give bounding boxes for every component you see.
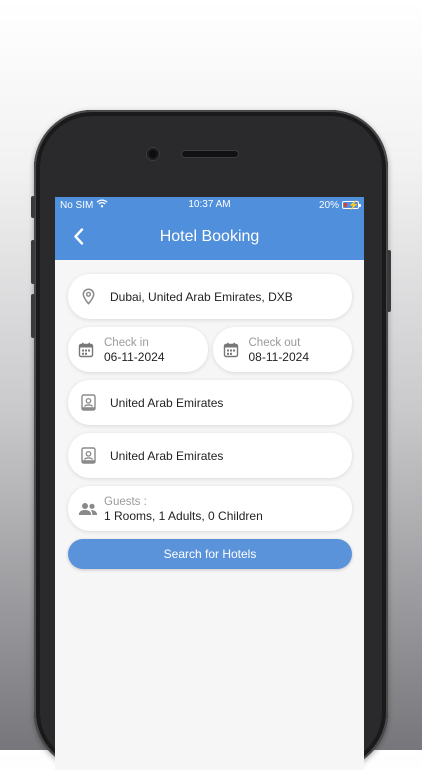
mute-switch bbox=[31, 196, 35, 218]
page-title: Hotel Booking bbox=[159, 227, 260, 245]
earpiece-speaker bbox=[182, 151, 238, 157]
check-in-label: Check in bbox=[104, 336, 149, 349]
app-header: No SIM 10:37 AM 20% ⚡ Hotel Booking bbox=[55, 197, 364, 260]
power-button bbox=[387, 250, 391, 312]
volume-up-button bbox=[31, 240, 35, 284]
nav-bar: Hotel Booking bbox=[55, 213, 364, 260]
people-icon bbox=[78, 500, 98, 518]
app-screen: No SIM 10:37 AM 20% ⚡ Hotel Booking Duba… bbox=[55, 197, 364, 770]
status-bar: No SIM 10:37 AM 20% ⚡ bbox=[55, 197, 364, 213]
back-button[interactable] bbox=[67, 225, 89, 247]
residence-field[interactable]: United Arab Emirates bbox=[68, 433, 352, 478]
charging-bolt-icon: ⚡ bbox=[348, 200, 360, 210]
guests-value: 1 Rooms, 1 Adults, 0 Children bbox=[104, 508, 263, 523]
battery-level bbox=[344, 203, 347, 207]
residence-value: United Arab Emirates bbox=[110, 448, 224, 463]
chevron-left-icon bbox=[73, 227, 83, 245]
phone-frame: No SIM 10:37 AM 20% ⚡ Hotel Booking Duba… bbox=[31, 110, 391, 770]
id-badge-icon bbox=[80, 394, 96, 412]
calendar-icon bbox=[78, 341, 94, 359]
date-row: Check in 06-11-2024 Check out 08-11-2024 bbox=[68, 327, 352, 380]
search-hotels-button[interactable]: Search for Hotels bbox=[68, 539, 352, 569]
destination-field[interactable]: Dubai, United Arab Emirates, DXB bbox=[68, 274, 352, 319]
status-time: 10:37 AM bbox=[188, 199, 231, 210]
check-out-label: Check out bbox=[248, 336, 301, 349]
front-camera bbox=[147, 148, 159, 160]
booking-form: Dubai, United Arab Emirates, DXB Check i… bbox=[55, 260, 364, 569]
calendar-icon bbox=[223, 341, 239, 359]
check-out-value: 08-11-2024 bbox=[248, 349, 310, 364]
check-in-value: 06-11-2024 bbox=[104, 349, 165, 364]
guests-field[interactable]: Guests : 1 Rooms, 1 Adults, 0 Children bbox=[68, 486, 352, 531]
check-out-field[interactable]: Check out 08-11-2024 bbox=[212, 327, 352, 372]
guests-label: Guests : bbox=[104, 495, 147, 508]
nationality-field[interactable]: United Arab Emirates bbox=[68, 380, 352, 425]
id-badge-icon bbox=[80, 447, 96, 465]
battery-icon: ⚡ bbox=[342, 200, 361, 210]
check-in-field[interactable]: Check in 06-11-2024 bbox=[68, 327, 208, 372]
destination-value: Dubai, United Arab Emirates, DXB bbox=[110, 289, 293, 304]
nationality-value: United Arab Emirates bbox=[110, 395, 224, 410]
volume-down-button bbox=[31, 294, 35, 338]
location-pin-icon bbox=[80, 288, 96, 306]
